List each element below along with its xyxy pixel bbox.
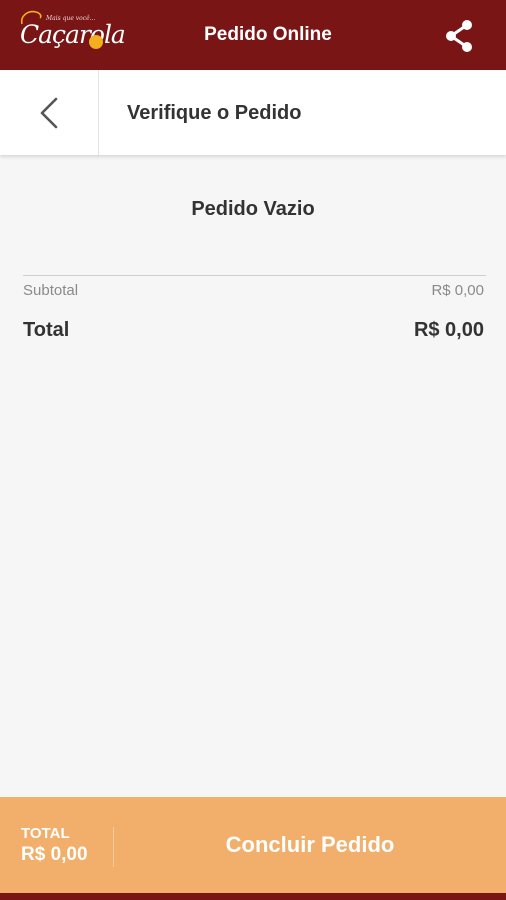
empty-order-message: Pedido Vazio bbox=[191, 198, 315, 220]
back-button[interactable] bbox=[0, 70, 99, 155]
footer-total-value: R$ 0,00 bbox=[21, 844, 88, 865]
share-icon bbox=[446, 20, 472, 52]
logo-brand-text: Caçarola bbox=[20, 20, 126, 49]
logo-dot bbox=[89, 35, 103, 49]
top-app-bar: Mais que você... Caçarola Pedido Online bbox=[0, 0, 506, 70]
total-label: Total bbox=[23, 319, 70, 341]
bottom-strip bbox=[0, 893, 506, 900]
app-title: Pedido Online bbox=[204, 24, 332, 45]
footer-total-caption: TOTAL bbox=[21, 825, 70, 842]
subtotal-value: R$ 0,00 bbox=[431, 282, 484, 299]
chevron-left-icon bbox=[40, 97, 58, 129]
total-value: R$ 0,00 bbox=[413, 319, 484, 341]
share-button[interactable] bbox=[440, 18, 478, 54]
page-title: Verifique o Pedido bbox=[127, 102, 302, 124]
checkout-button[interactable]: Concluir Pedido bbox=[114, 797, 506, 893]
cacarola-logo: Mais que você... Caçarola bbox=[18, 8, 130, 60]
checkout-bar: TOTAL R$ 0,00 Concluir Pedido bbox=[0, 797, 506, 893]
subtotal-label: Subtotal bbox=[23, 282, 79, 299]
summary-divider bbox=[23, 275, 486, 276]
app-screen: Mais que você... Caçarola Pedido Online … bbox=[0, 0, 506, 900]
page-header: Verifique o Pedido bbox=[0, 70, 506, 155]
